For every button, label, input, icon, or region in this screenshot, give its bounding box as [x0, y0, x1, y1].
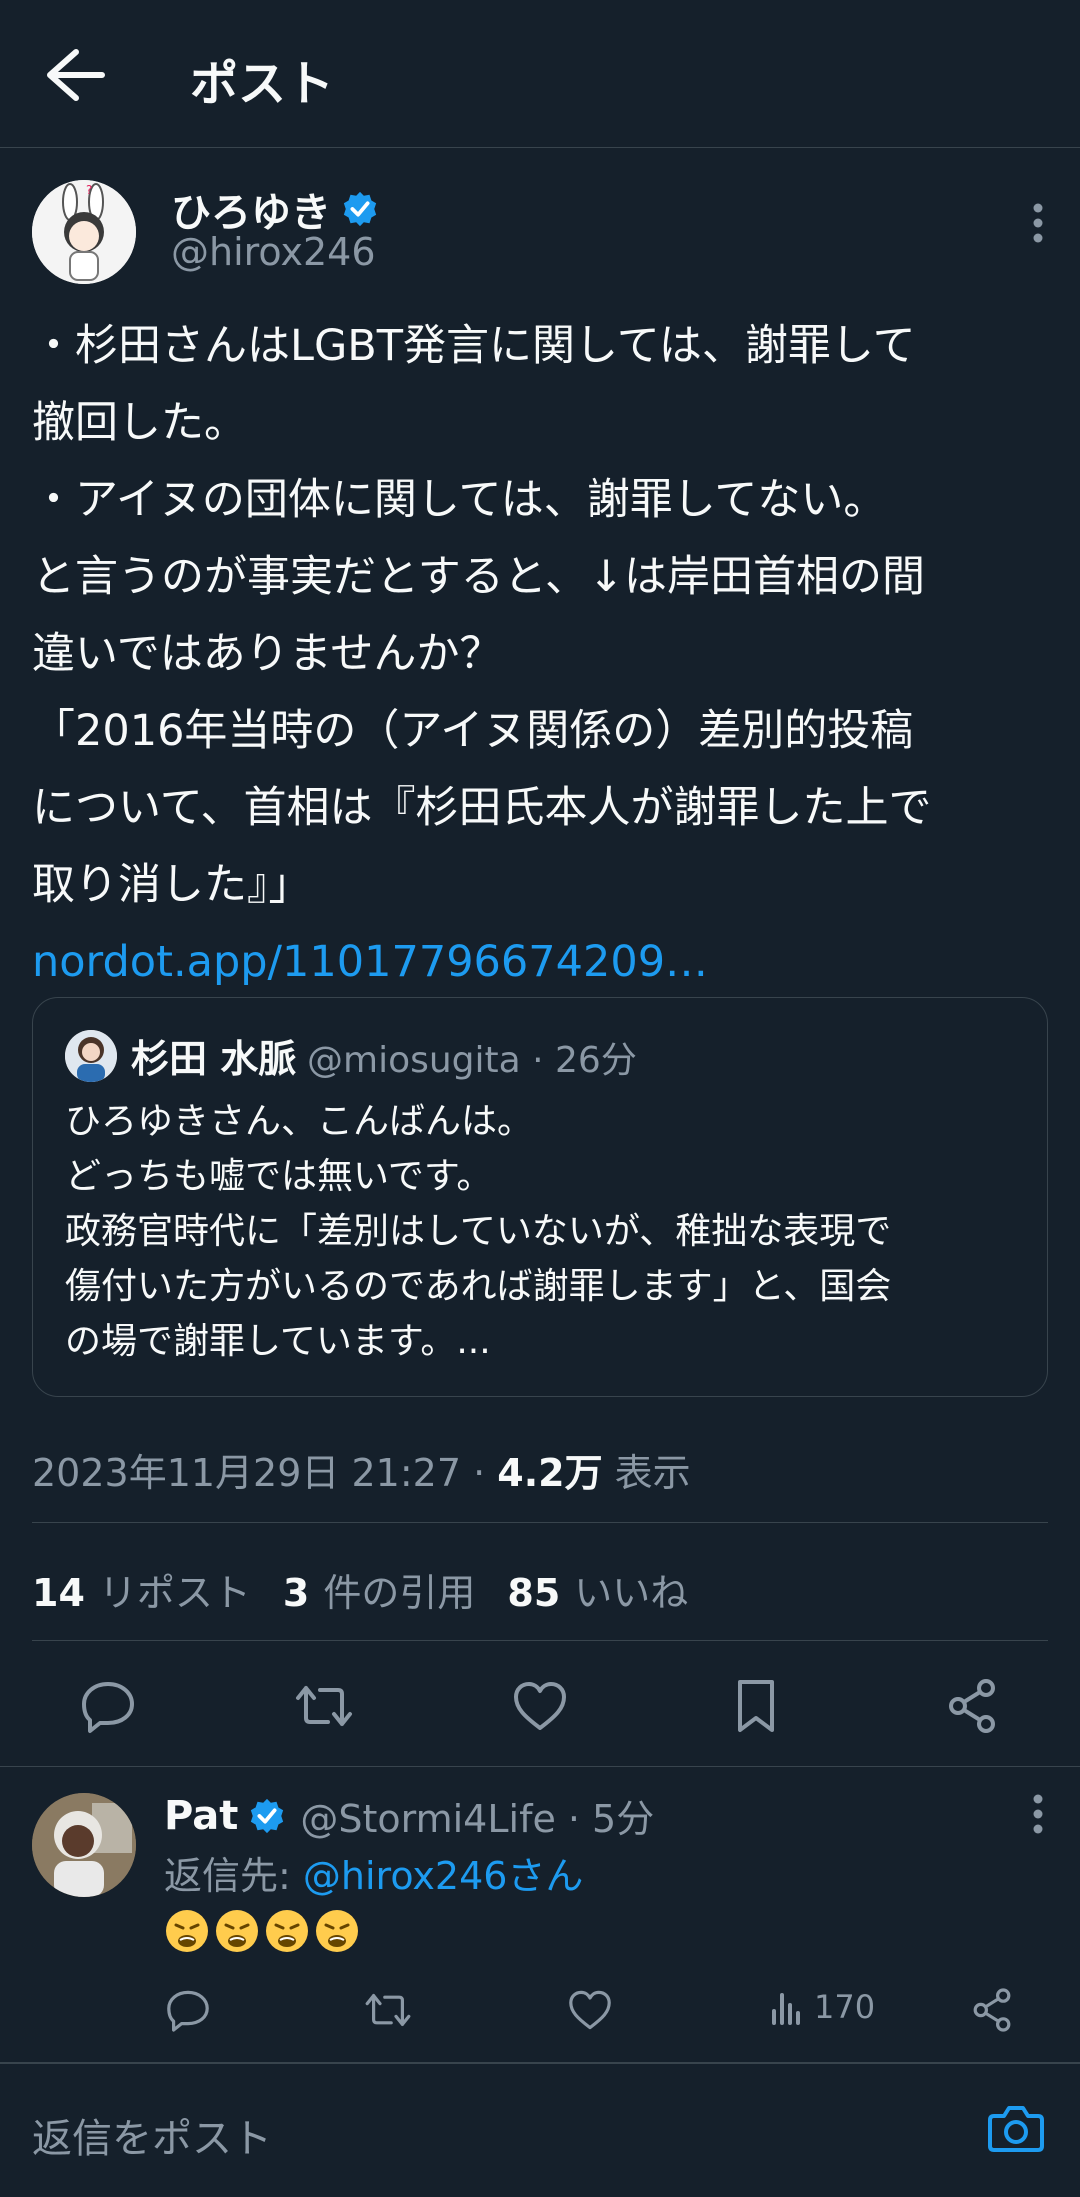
reply-compose-input[interactable]: 返信をポスト — [32, 2106, 272, 2164]
like-heart-icon[interactable] — [510, 1676, 570, 1736]
bookmark-icon[interactable] — [726, 1676, 786, 1736]
weary-face-icon — [266, 1910, 308, 1952]
post-text-line: 「2016年当時の（アイヌ関係の）差別的投稿 — [32, 706, 914, 756]
reply-compose-bar[interactable]: 返信をポスト — [0, 2064, 1080, 2197]
divider — [0, 1766, 1080, 1767]
more-options-icon[interactable] — [1032, 1793, 1044, 1835]
quoted-author-avatar — [65, 1030, 117, 1082]
quoted-post-card[interactable]: 杉田 水脈 @miosugita · 26分 ひろゆきさん、こんばんは。 どっち… — [32, 997, 1048, 1397]
reply-author-avatar[interactable] — [32, 1793, 136, 1897]
repost-icon[interactable] — [364, 1986, 412, 2034]
reply-author[interactable]: Pat @Stormi4Life · 5分 — [164, 1788, 654, 1843]
post-text-line: 違いではありませんか？ — [32, 629, 503, 679]
weary-face-icon — [316, 1910, 358, 1952]
weary-face-icon — [166, 1910, 208, 1952]
quoted-author-name: 杉田 水脈 — [131, 1037, 297, 1081]
verified-badge-icon — [343, 191, 377, 227]
post-text-line: ・杉田さんはLGBT発言に関しては、謝罪して — [32, 321, 916, 371]
reply-text — [164, 1908, 360, 1954]
quoted-author-meta: @miosugita · 26分 — [307, 1040, 637, 1081]
views-count: 4.2万 — [497, 1451, 603, 1495]
post-text: ・杉田さんはLGBT発言に関しては、謝罪して 撤回した。 ・アイヌの団体に関して… — [32, 308, 1052, 1001]
quoted-text-line: ひろゆきさん、こんばんは。 — [65, 1101, 534, 1142]
analytics-bar-icon — [772, 1993, 800, 2025]
page-title: ポスト — [190, 56, 335, 112]
quotes-stat[interactable]: 3 件の引用 — [283, 1562, 475, 1617]
post-text-line: と言うのが事実だとすると、↓は岸田首相の間 — [32, 552, 926, 602]
post-text-line: について、首相は『杉田氏本人が謝罪した上で — [32, 783, 932, 833]
repost-icon[interactable] — [294, 1676, 354, 1736]
reply-to-line: 返信先: @hirox246さん — [164, 1854, 584, 1898]
reply-views[interactable]: 170 — [770, 1988, 875, 2026]
weary-face-icon — [216, 1910, 258, 1952]
share-icon[interactable] — [942, 1676, 1002, 1736]
camera-icon[interactable] — [988, 2102, 1044, 2154]
verified-badge-icon — [251, 1798, 284, 1833]
divider — [32, 1640, 1048, 1641]
post-text-line: ・アイヌの団体に関しては、謝罪してない。 — [32, 475, 887, 525]
engagement-stats: 14 リポスト 3 件の引用 85 いいね — [32, 1562, 688, 1617]
quoted-text-line: の場で謝罪しています。... — [65, 1321, 491, 1362]
reposts-stat[interactable]: 14 リポスト — [32, 1562, 251, 1617]
more-options-icon[interactable] — [1032, 202, 1044, 244]
quoted-post-text: ひろゆきさん、こんばんは。 どっちも嘘では無いです。 政務官時代に「差別はしてい… — [65, 1094, 1015, 1369]
likes-stat[interactable]: 85 いいね — [507, 1562, 688, 1617]
reply-meta: @Stormi4Life · 5分 — [300, 1797, 655, 1841]
reply-icon[interactable] — [164, 1986, 212, 2034]
author-handle[interactable]: @hirox246 — [171, 230, 376, 274]
divider — [32, 1522, 1048, 1523]
post-link[interactable]: nordot.app/11017796674209… — [32, 924, 1052, 1001]
top-bar: ポスト — [0, 0, 1080, 148]
quoted-text-line: 政務官時代に「差別はしていないが、稚拙な表現で — [65, 1211, 892, 1252]
like-heart-icon[interactable] — [566, 1986, 614, 2034]
post-action-bar — [0, 1668, 1080, 1744]
quoted-text-line: どっちも嘘では無いです。 — [65, 1156, 493, 1197]
share-icon[interactable] — [968, 1986, 1016, 2034]
reply-mention-link[interactable]: @hirox246さん — [303, 1854, 584, 1898]
quoted-text-line: 傷付いた方がいるのであれば謝罪します」と、国会 — [65, 1266, 892, 1307]
author-avatar[interactable]: ? — [32, 180, 136, 284]
post-timestamp: 2023年11月29日 21:27 · 4.2万 表示 — [32, 1451, 691, 1495]
reply-action-bar — [0, 1982, 1080, 2042]
reply-icon[interactable] — [78, 1676, 138, 1736]
reply-author-name: Pat — [164, 1792, 239, 1839]
svg-text:?: ? — [86, 183, 92, 197]
post-text-line: 取り消した』」 — [32, 860, 312, 910]
back-arrow-icon[interactable] — [40, 46, 110, 104]
post-text-line: 撤回した。 — [32, 398, 247, 448]
